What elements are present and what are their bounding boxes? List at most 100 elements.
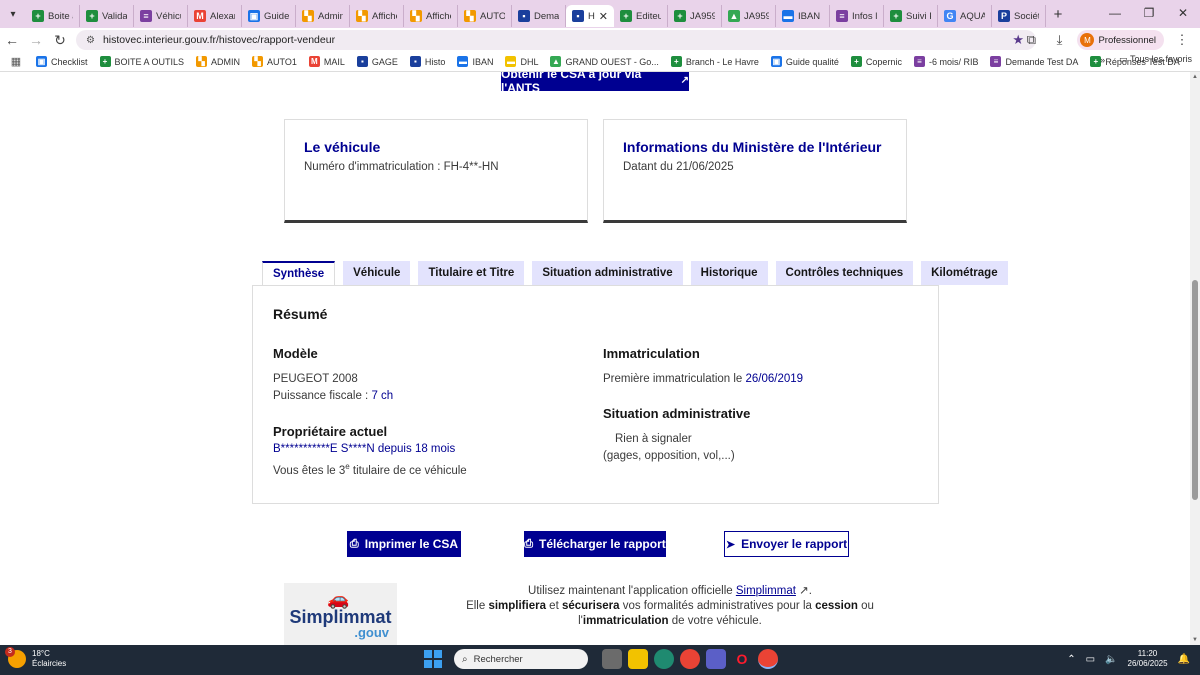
- taskbar-search-input[interactable]: ⌕ Rechercher: [454, 649, 588, 669]
- bookmark-item[interactable]: ▪ GAGE: [356, 56, 398, 67]
- chrome-icon[interactable]: [680, 649, 700, 669]
- bookmark-item[interactable]: ▪ Histo: [409, 56, 445, 67]
- report-tab[interactable]: Contrôles techniques: [775, 261, 914, 285]
- reload-icon[interactable]: ↻: [48, 32, 72, 49]
- bookmark-item[interactable]: ▬ DHL: [505, 56, 538, 67]
- browser-tab[interactable]: ▚ Admin: [296, 5, 350, 27]
- browser-tab[interactable]: ▪ His ✕: [566, 5, 614, 27]
- browser-tab[interactable]: ≡ Infos liv: [830, 5, 884, 27]
- ants-csa-button[interactable]: Obtenir le CSA à jour via l'ANTS ↗: [501, 72, 689, 95]
- browser-tab[interactable]: + JA9595: [668, 5, 722, 27]
- site-info-icon[interactable]: ⚙: [86, 35, 95, 46]
- weather-widget[interactable]: 3 18°C Éclaircies: [5, 647, 66, 669]
- promo-l2-f: cession: [815, 600, 858, 612]
- tab-label: Guide c: [264, 10, 289, 22]
- back-arrow-icon[interactable]: ←: [0, 32, 24, 48]
- profile-button[interactable]: M Professionnel: [1077, 30, 1164, 50]
- bookmark-item[interactable]: ▚ AUTO1: [252, 56, 297, 67]
- bookmark-item[interactable]: M MAIL: [308, 56, 345, 67]
- browser-tab[interactable]: ▣ Guide c: [242, 5, 296, 27]
- tray-chevron-icon[interactable]: ⌃: [1067, 654, 1075, 665]
- bookmark-item[interactable]: ▚ ADMIN: [196, 56, 240, 67]
- bookmark-item[interactable]: ▬ IBAN: [457, 56, 493, 67]
- bookmark-item[interactable]: + Copernic: [850, 56, 902, 67]
- bookmark-item[interactable]: ▲ GRAND OUEST - Go...: [550, 56, 659, 67]
- download-report-button[interactable]: ⎙ Télécharger le rapport: [524, 531, 666, 557]
- simplimmat-logo[interactable]: 🚗 Simplimmat .gouv: [284, 583, 397, 645]
- report-tab[interactable]: Kilométrage: [921, 261, 1008, 285]
- browser-tab[interactable]: M Alexanc: [188, 5, 242, 27]
- close-tab-icon[interactable]: ✕: [599, 10, 608, 23]
- browser-tab[interactable]: + Suivi Pr: [884, 5, 938, 27]
- tab-favicon-icon: G: [944, 10, 956, 22]
- tab-favicon-icon: M: [194, 10, 206, 22]
- windows-start-icon[interactable]: [424, 650, 442, 668]
- bookmark-item[interactable]: + BOITE A OUTILS: [99, 56, 184, 67]
- browser-tab[interactable]: ▚ Affiche: [350, 5, 404, 27]
- teams-icon[interactable]: [706, 649, 726, 669]
- browser-tab[interactable]: G AQUAD: [938, 5, 992, 27]
- bookmark-label: -6 mois/ RIB: [928, 56, 979, 67]
- browser-tab[interactable]: P Sociét: [992, 5, 1046, 27]
- more-bookmarks-icon[interactable]: »: [1100, 55, 1105, 65]
- tab-label: AUTO1: [480, 10, 505, 22]
- owner-rank: Vous êtes le 3e titulaire de ce véhicule: [273, 458, 467, 480]
- minimize-icon[interactable]: —: [1098, 0, 1132, 28]
- bookmark-item[interactable]: + Branch - Le Havre: [670, 56, 759, 67]
- tab-search-chevron-icon[interactable]: ▾: [0, 0, 26, 28]
- bookmark-item[interactable]: ≡ Demande Test DA: [990, 56, 1078, 67]
- url-input[interactable]: ⚙ histovec.interieur.gouv.fr/histovec/ra…: [76, 30, 1036, 50]
- browser-tab[interactable]: ▲ JA9595: [722, 5, 776, 27]
- weather-temp: 18°C: [32, 649, 50, 658]
- close-window-icon[interactable]: ✕: [1166, 0, 1200, 28]
- file-explorer-icon[interactable]: [628, 649, 648, 669]
- download-icon[interactable]: ⤓: [1049, 32, 1069, 48]
- scroll-down-icon[interactable]: ▼: [1192, 637, 1198, 643]
- bookmarks-bar: ▦ ▣ Checklist + BOITE A OUTILS ▚ ADMIN ▚ AUTO1 M…: [0, 52, 1200, 72]
- admin-section: Situation administrative Rien à signaler…: [603, 406, 750, 465]
- forward-arrow-icon[interactable]: →: [24, 32, 48, 48]
- apps-grid-icon[interactable]: ▦: [0, 55, 32, 68]
- browser-tab[interactable]: + Editeu: [614, 5, 668, 27]
- browser-tab[interactable]: ▚ Affiche: [404, 5, 458, 27]
- network-icon[interactable]: ▭: [1086, 654, 1095, 665]
- chrome-profile-icon[interactable]: [758, 649, 778, 669]
- edge-icon[interactable]: [654, 649, 674, 669]
- more-menu-icon[interactable]: ⋮: [1172, 32, 1192, 48]
- all-bookmarks[interactable]: ▭ Tous les favoris: [1119, 54, 1192, 65]
- opera-icon[interactable]: O: [732, 649, 752, 669]
- browser-tab[interactable]: ▬ IBAN C: [776, 5, 830, 27]
- browser-tab[interactable]: ▪ Deman: [512, 5, 566, 27]
- scrollbar-thumb[interactable]: [1192, 280, 1198, 500]
- browser-tab[interactable]: ▚ AUTO1: [458, 5, 512, 27]
- maximize-icon[interactable]: ❐: [1132, 0, 1166, 28]
- clock[interactable]: 11:20 26/06/2025: [1128, 649, 1168, 669]
- page-scrollbar[interactable]: ▲ ▼: [1190, 72, 1200, 645]
- notification-bell-icon[interactable]: 🔔: [1178, 654, 1190, 665]
- report-tab[interactable]: Synthèse: [262, 261, 336, 285]
- bookmark-item[interactable]: ▣ Checklist: [36, 56, 88, 67]
- browser-tab[interactable]: + Boite à: [26, 5, 80, 27]
- volume-icon[interactable]: 🔈: [1105, 654, 1117, 665]
- browser-tab[interactable]: + Validati: [80, 5, 134, 27]
- url-text: histovec.interieur.gouv.fr/histovec/rapp…: [102, 34, 336, 46]
- new-tab-plus-icon[interactable]: +: [1046, 6, 1070, 23]
- bookmark-favicon-icon: ▲: [550, 56, 562, 67]
- bookmark-item[interactable]: ▣ Guide qualité: [770, 56, 839, 67]
- browser-tab[interactable]: ≡ Véhicul: [134, 5, 188, 27]
- admin-heading: Situation administrative: [603, 406, 751, 421]
- extensions-icon[interactable]: ⧉: [1021, 32, 1041, 48]
- report-tab[interactable]: Situation administrative: [532, 261, 683, 285]
- report-tab[interactable]: Véhicule: [343, 261, 411, 285]
- print-csa-button[interactable]: ⎙ Imprimer le CSA: [347, 531, 461, 557]
- bookmark-favicon-icon: +: [850, 56, 862, 67]
- send-report-button[interactable]: ➤ Envoyer le rapport: [724, 531, 849, 557]
- simplimmat-link[interactable]: Simplimmat: [736, 585, 796, 597]
- report-tab[interactable]: Historique: [690, 261, 768, 285]
- bookmark-item[interactable]: ≡ -6 mois/ RIB: [913, 56, 979, 67]
- bookmark-label: Branch - Le Havre: [685, 56, 759, 67]
- bookmark-favicon-icon: ≡: [913, 56, 925, 67]
- scroll-up-icon[interactable]: ▲: [1192, 74, 1198, 80]
- report-tab[interactable]: Titulaire et Titre: [418, 261, 525, 285]
- task-view-icon[interactable]: [602, 649, 622, 669]
